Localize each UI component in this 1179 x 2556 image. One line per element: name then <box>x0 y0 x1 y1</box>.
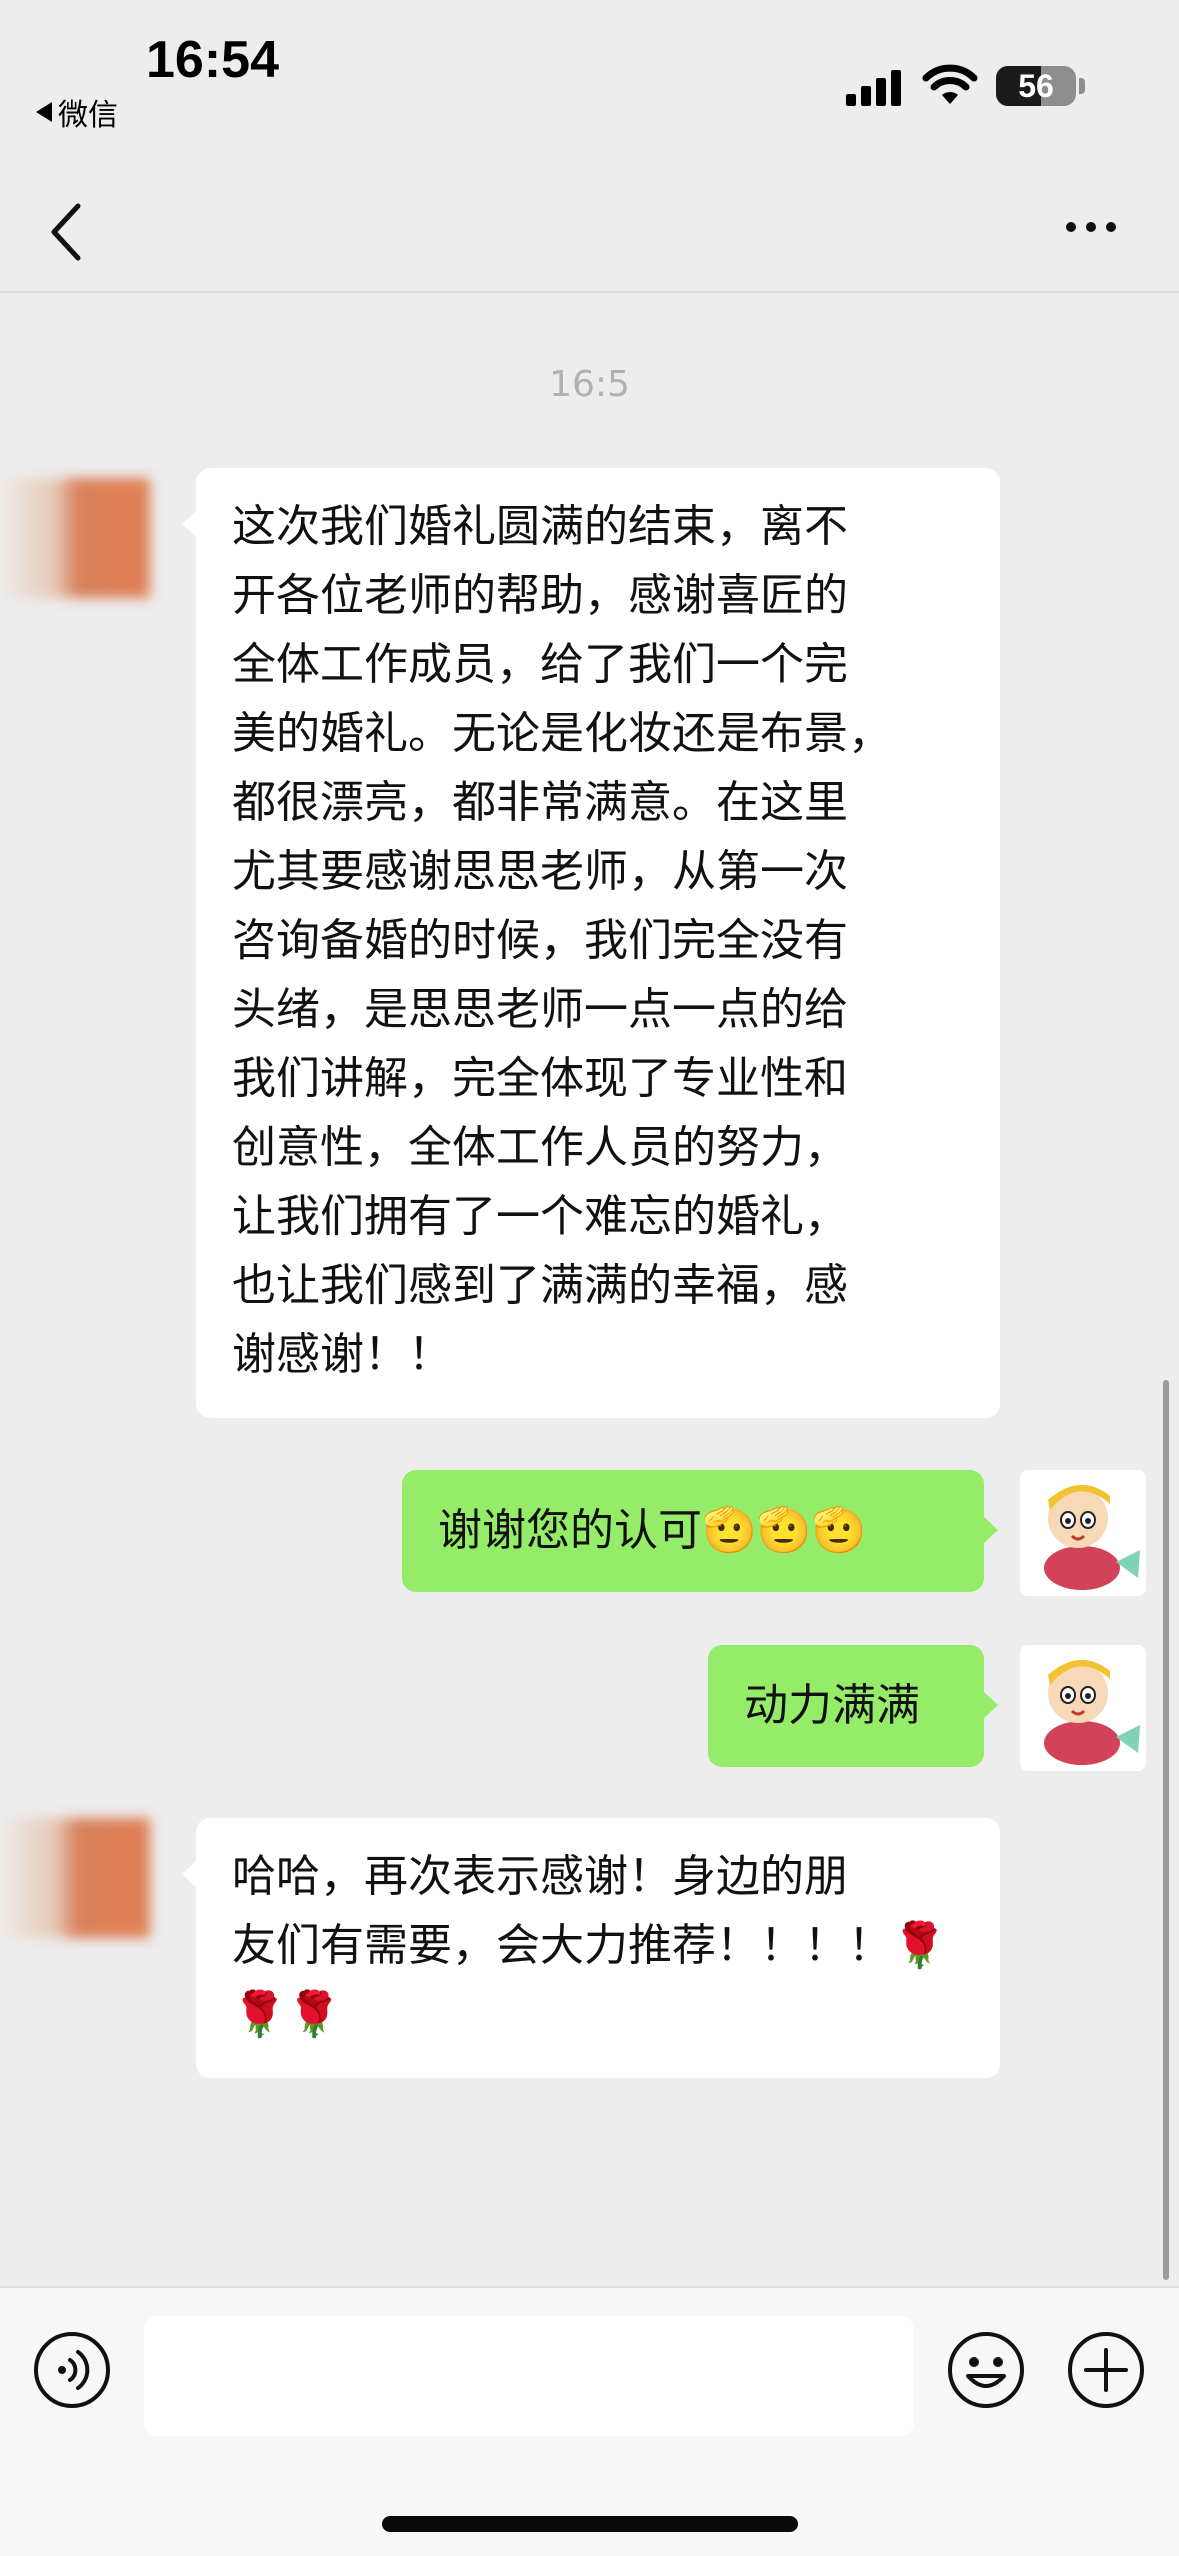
cellular-signal-icon <box>846 70 904 106</box>
message-text: 谢谢您的认可🫡🫡🫡 <box>438 1505 867 1556</box>
battery-cap <box>1079 78 1085 94</box>
message-bubble-sent[interactable]: 动力满满 <box>708 1645 998 1767</box>
status-time: 16:54 <box>146 31 279 89</box>
wifi-icon <box>922 64 978 104</box>
chat-nav-bar <box>0 130 1179 293</box>
chevron-left-icon[interactable] <box>46 202 86 262</box>
chat-scrollbar[interactable] <box>1163 1380 1169 2280</box>
message-text: 这次我们婚礼圆满的结束，离不 开各位老师的帮助，感谢喜匠的 全体工作成员，给了我… <box>232 501 892 1380</box>
input-bar <box>0 2286 1179 2556</box>
status-bar: 16:54 微信 56 <box>0 0 1179 133</box>
back-to-app-link[interactable]: 微信 <box>36 90 118 134</box>
message-timestamp: 16:5 <box>549 364 630 405</box>
contact-avatar[interactable] <box>0 1818 150 1938</box>
plus-icon[interactable] <box>1066 2330 1146 2410</box>
message-bubble-received[interactable]: 哈哈，再次表示感谢！身边的朋 友们有需要，会大力推荐！！！！🌹 🌹🌹 <box>182 1818 1000 2078</box>
home-indicator[interactable] <box>382 2516 798 2532</box>
message-input[interactable] <box>144 2316 914 2436</box>
cartoon-avatar-icon <box>1020 1645 1146 1771</box>
user-avatar[interactable] <box>1020 1470 1146 1596</box>
more-dots-icon[interactable] <box>1066 222 1116 232</box>
battery-icon: 56 <box>996 66 1076 106</box>
battery-percent: 56 <box>1018 68 1054 104</box>
cartoon-avatar-icon <box>1020 1470 1146 1596</box>
user-avatar[interactable] <box>1020 1645 1146 1771</box>
message-text: 动力满满 <box>744 1680 920 1731</box>
message-text: 哈哈，再次表示感谢！身边的朋 友们有需要，会大力推荐！！！！🌹 🌹🌹 <box>232 1851 947 2040</box>
contact-avatar[interactable] <box>0 478 150 598</box>
back-triangle-icon <box>36 102 52 122</box>
message-bubble-received[interactable]: 这次我们婚礼圆满的结束，离不 开各位老师的帮助，感谢喜匠的 全体工作成员，给了我… <box>182 468 1000 1418</box>
message-bubble-sent[interactable]: 谢谢您的认可🫡🫡🫡 <box>402 1470 998 1592</box>
back-app-label: 微信 <box>58 98 118 133</box>
emoji-icon[interactable] <box>946 2330 1026 2410</box>
voice-icon[interactable] <box>32 2330 112 2410</box>
